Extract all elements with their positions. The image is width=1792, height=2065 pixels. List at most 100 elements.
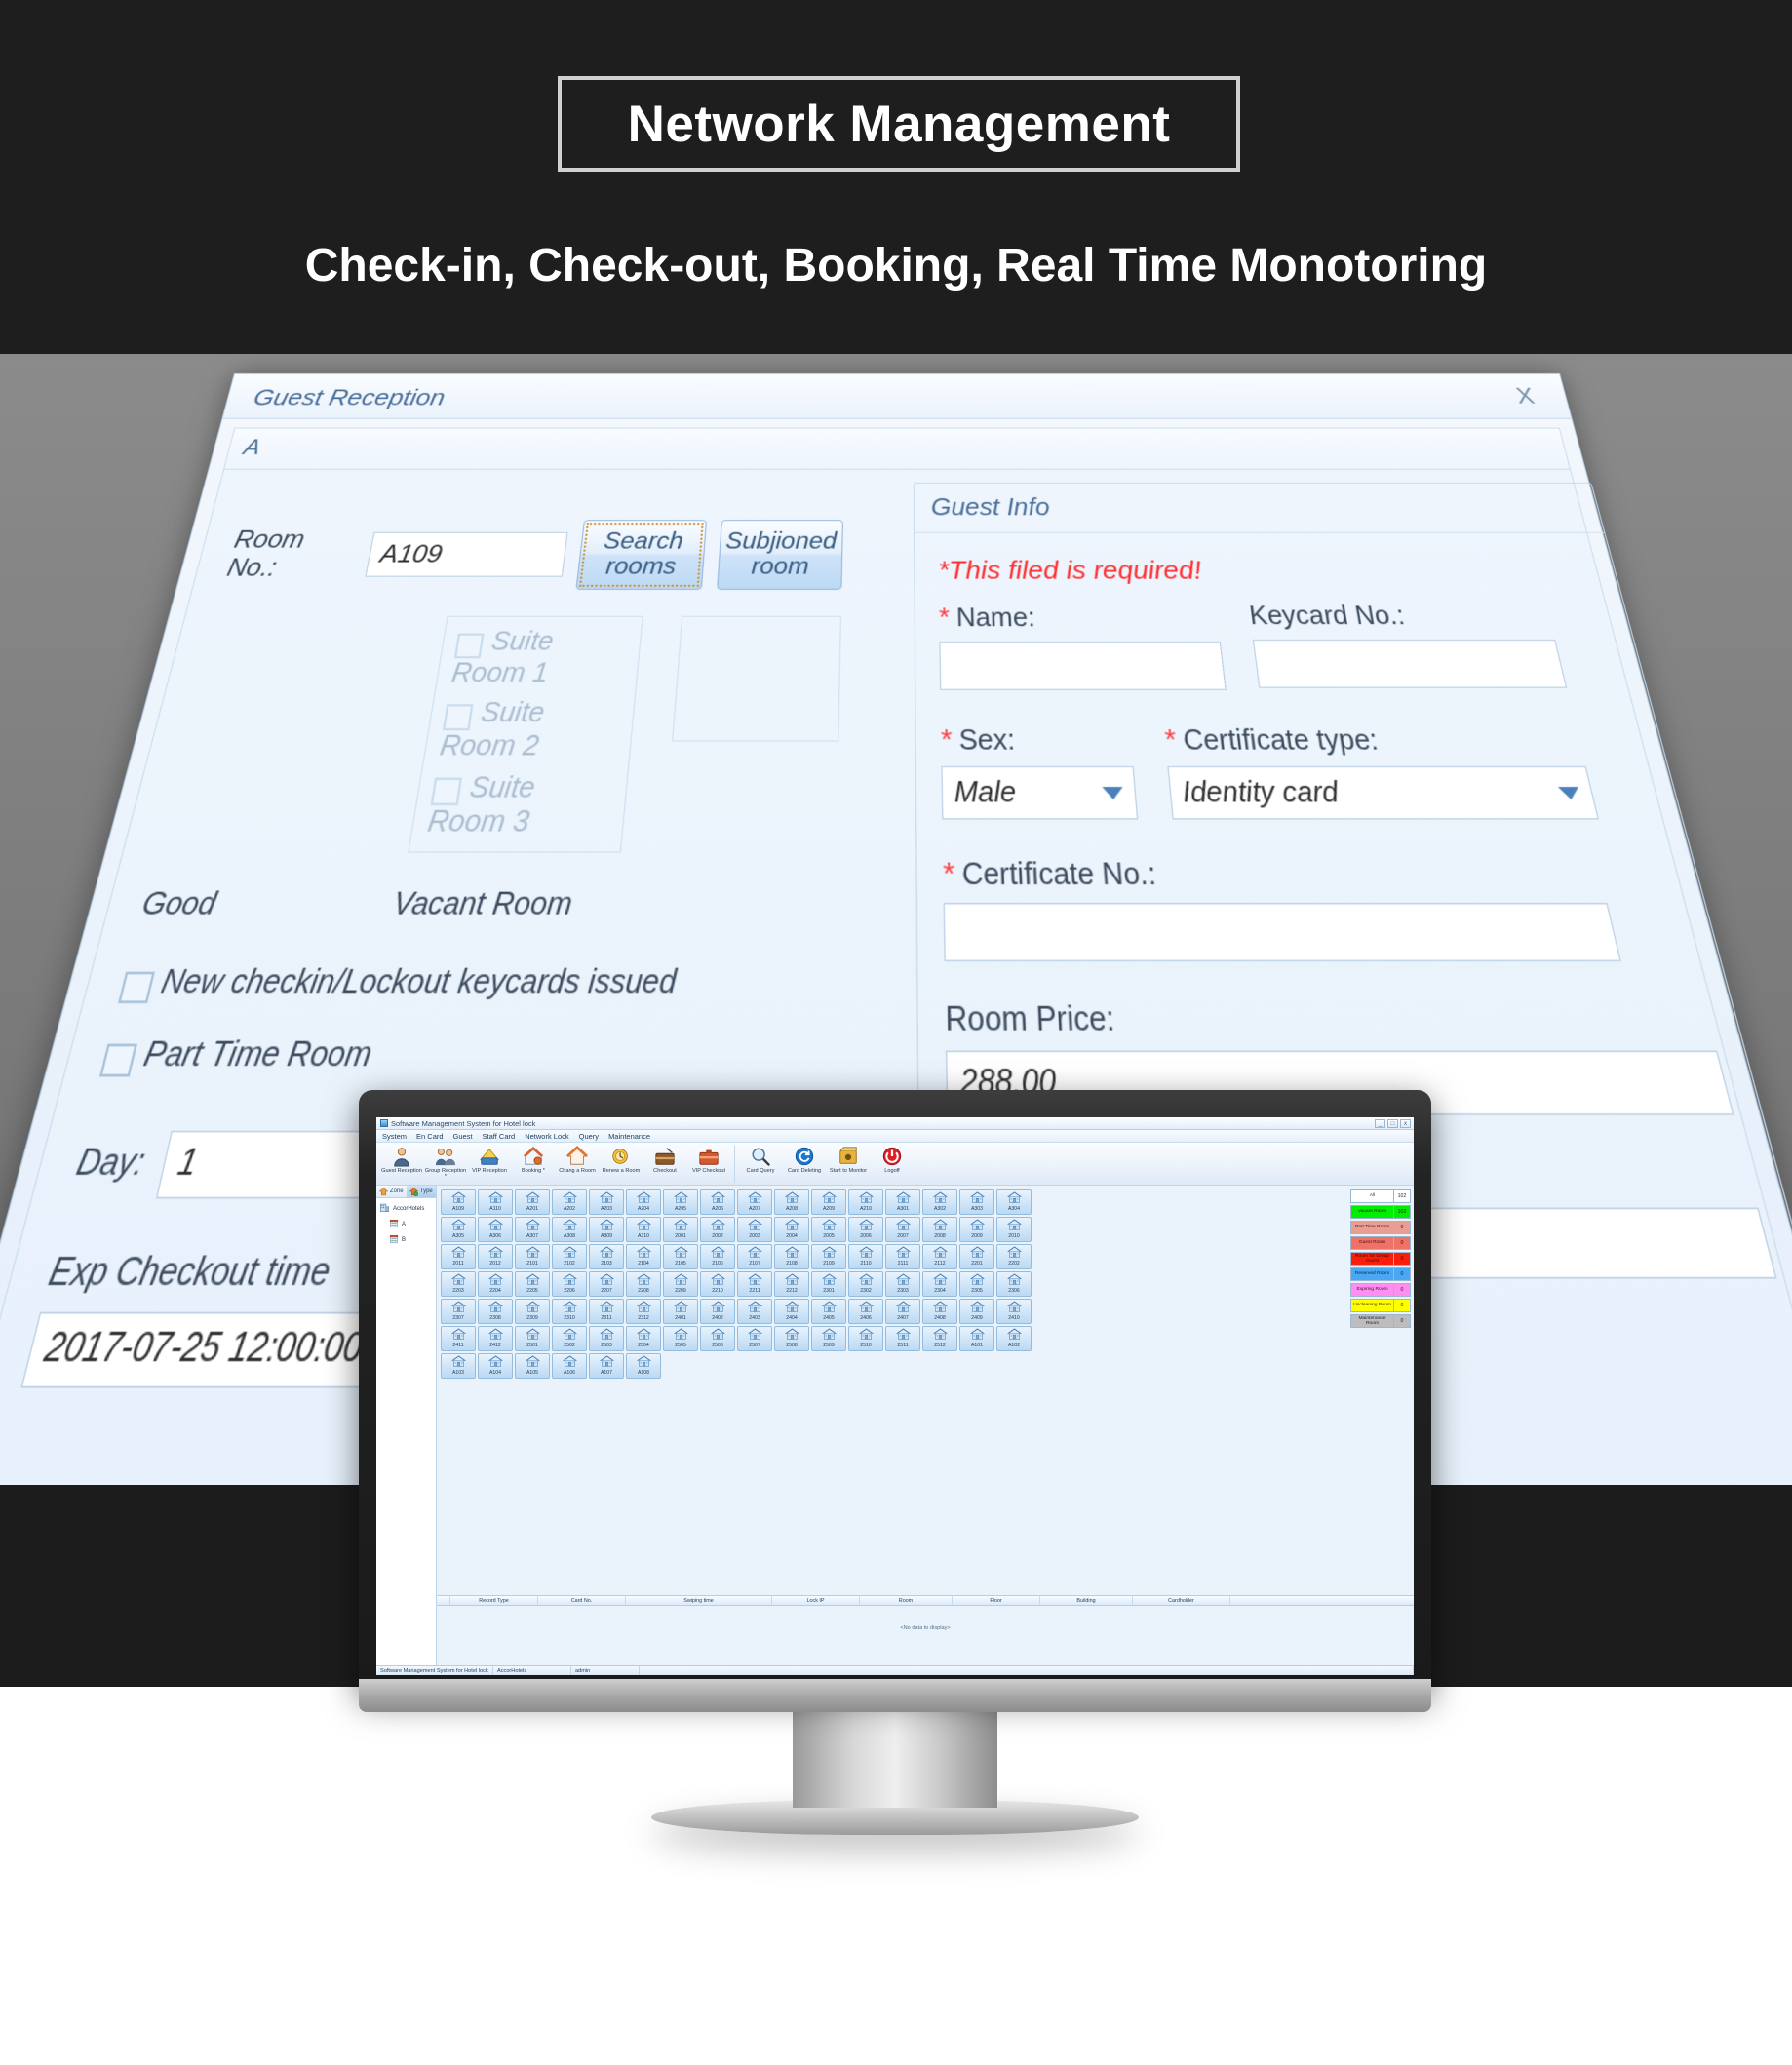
room-tile[interactable]: 2103 bbox=[589, 1244, 624, 1269]
room-tile[interactable]: 2306 bbox=[996, 1271, 1032, 1297]
room-tile[interactable]: 2505 bbox=[663, 1326, 698, 1351]
minimize-button[interactable]: _ bbox=[1375, 1119, 1385, 1128]
room-tile[interactable]: 2005 bbox=[811, 1217, 846, 1242]
suite-room-3-row[interactable]: Suite Room 3 bbox=[425, 771, 614, 839]
sidebar-tab-zone[interactable]: Zone bbox=[376, 1186, 407, 1197]
room-tile[interactable]: 2506 bbox=[700, 1326, 735, 1351]
room-tile[interactable]: A308 bbox=[552, 1217, 587, 1242]
room-tile[interactable]: 2110 bbox=[848, 1244, 883, 1269]
tree-node-b[interactable]: B bbox=[379, 1234, 433, 1246]
menu-system[interactable]: System bbox=[382, 1132, 407, 1141]
records-column-header[interactable]: Building bbox=[1040, 1596, 1133, 1605]
room-tile[interactable]: 2209 bbox=[663, 1271, 698, 1297]
room-tile[interactable]: 2012 bbox=[478, 1244, 513, 1269]
certificate-no-input[interactable] bbox=[943, 903, 1621, 962]
close-button[interactable]: x bbox=[1400, 1119, 1411, 1128]
suite-room-2-row[interactable]: Suite Room 2 bbox=[438, 697, 621, 762]
room-tile[interactable]: 2111 bbox=[885, 1244, 920, 1269]
room-tile[interactable]: A306 bbox=[478, 1217, 513, 1242]
room-tile[interactable]: 2202 bbox=[996, 1244, 1032, 1269]
room-tile[interactable]: 2512 bbox=[922, 1326, 957, 1351]
room-tile[interactable]: A301 bbox=[885, 1189, 920, 1215]
records-column-header[interactable]: Floor bbox=[953, 1596, 1040, 1605]
room-tile[interactable]: A302 bbox=[922, 1189, 957, 1215]
app-menubar[interactable]: System En Card Guest Staff Card Network … bbox=[376, 1130, 1414, 1143]
room-tile[interactable]: A201 bbox=[515, 1189, 550, 1215]
room-tile[interactable]: A109 bbox=[441, 1189, 476, 1215]
room-tile[interactable]: A307 bbox=[515, 1217, 550, 1242]
menu-query[interactable]: Query bbox=[579, 1132, 599, 1141]
room-tile[interactable]: A202 bbox=[552, 1189, 587, 1215]
room-tile[interactable]: A209 bbox=[811, 1189, 846, 1215]
records-column-header[interactable]: Cardholder bbox=[1133, 1596, 1230, 1605]
room-tile[interactable]: 2406 bbox=[848, 1299, 883, 1324]
room-tile[interactable]: 2205 bbox=[515, 1271, 550, 1297]
room-tile[interactable]: 2206 bbox=[552, 1271, 587, 1297]
toolbar-button-change-room[interactable]: Chang a Room bbox=[556, 1146, 599, 1174]
room-tile[interactable]: 2405 bbox=[811, 1299, 846, 1324]
room-tile[interactable]: 2412 bbox=[478, 1326, 513, 1351]
name-input[interactable] bbox=[939, 642, 1227, 690]
room-tile[interactable]: 2401 bbox=[663, 1299, 698, 1324]
toolbar-button-logoff[interactable]: Logoff bbox=[871, 1146, 914, 1174]
maximize-button[interactable]: □ bbox=[1387, 1119, 1398, 1128]
new-checkin-checkbox[interactable] bbox=[117, 971, 155, 1004]
tree-node-accorhotels[interactable]: AccorHotels bbox=[379, 1202, 433, 1215]
room-tile[interactable]: 2502 bbox=[552, 1326, 587, 1351]
room-tile[interactable]: A204 bbox=[626, 1189, 661, 1215]
room-tile[interactable]: 2410 bbox=[996, 1299, 1032, 1324]
tab-a[interactable]: A bbox=[241, 436, 263, 461]
legend-row[interactable]: All 102 bbox=[1350, 1189, 1411, 1203]
legend-row[interactable]: Guest Room 0 bbox=[1350, 1236, 1411, 1250]
certificate-type-select[interactable]: Identity card bbox=[1167, 765, 1599, 820]
room-tile[interactable]: 2003 bbox=[737, 1217, 772, 1242]
keycard-no-input[interactable] bbox=[1252, 639, 1568, 688]
sidebar-tab-type[interactable]: Type bbox=[406, 1186, 436, 1197]
toolbar-button-card-deleting[interactable]: Card Deleting bbox=[783, 1146, 826, 1174]
toolbar-button-group-reception[interactable]: Group Reception * bbox=[424, 1146, 467, 1181]
suite-room-3-checkbox[interactable] bbox=[430, 777, 463, 806]
room-tile[interactable]: 2403 bbox=[737, 1299, 772, 1324]
toolbar-button-guest-reception[interactable]: Guest Reception bbox=[380, 1146, 423, 1174]
room-tile[interactable]: A310 bbox=[626, 1217, 661, 1242]
room-tile[interactable]: A203 bbox=[589, 1189, 624, 1215]
toolbar-button-vip-reception[interactable]: VIP Reception bbox=[468, 1146, 511, 1174]
room-tile[interactable]: 2108 bbox=[774, 1244, 809, 1269]
room-tile[interactable]: 2204 bbox=[478, 1271, 513, 1297]
room-tile[interactable]: 2409 bbox=[959, 1299, 994, 1324]
legend-row[interactable]: Reserved Room 0 bbox=[1350, 1267, 1411, 1281]
room-tile[interactable]: A210 bbox=[848, 1189, 883, 1215]
room-tile[interactable]: 2303 bbox=[885, 1271, 920, 1297]
room-tile[interactable]: A107 bbox=[589, 1353, 624, 1379]
legend-row[interactable]: Maintenance Room 0 bbox=[1350, 1314, 1411, 1328]
tree-node-a[interactable]: A bbox=[379, 1219, 433, 1230]
part-time-room-row[interactable]: Part Time Room bbox=[98, 1035, 833, 1077]
room-tile[interactable]: A208 bbox=[774, 1189, 809, 1215]
room-tile[interactable]: 2411 bbox=[441, 1326, 476, 1351]
toolbar-button-renew-room[interactable]: Renew a Room bbox=[600, 1146, 643, 1174]
room-tile[interactable]: 2210 bbox=[700, 1271, 735, 1297]
toolbar-button-vip-checkout[interactable]: VIP Checkout bbox=[687, 1146, 730, 1174]
room-tile[interactable]: 2304 bbox=[922, 1271, 957, 1297]
room-tile[interactable]: 2106 bbox=[700, 1244, 735, 1269]
room-tile[interactable]: 2309 bbox=[515, 1299, 550, 1324]
room-tile[interactable]: 2310 bbox=[552, 1299, 587, 1324]
room-tile[interactable]: 2404 bbox=[774, 1299, 809, 1324]
toolbar-button-booking[interactable]: Booking * bbox=[512, 1146, 555, 1174]
room-tile[interactable]: A305 bbox=[441, 1217, 476, 1242]
room-no-input[interactable]: A109 bbox=[365, 531, 568, 577]
room-tile[interactable]: 2009 bbox=[959, 1217, 994, 1242]
room-tile[interactable]: 2006 bbox=[848, 1217, 883, 1242]
room-tile[interactable]: 2302 bbox=[848, 1271, 883, 1297]
room-tile[interactable]: A205 bbox=[663, 1189, 698, 1215]
room-tile[interactable]: 2508 bbox=[774, 1326, 809, 1351]
toolbar-button-checkout[interactable]: Checkout bbox=[643, 1146, 686, 1174]
room-tile[interactable]: 2402 bbox=[700, 1299, 735, 1324]
room-tile[interactable]: 2109 bbox=[811, 1244, 846, 1269]
room-tile[interactable]: 2212 bbox=[774, 1271, 809, 1297]
room-tile[interactable]: A106 bbox=[552, 1353, 587, 1379]
records-column-header[interactable]: Record Type bbox=[450, 1596, 538, 1605]
room-tile[interactable]: 2408 bbox=[922, 1299, 957, 1324]
menu-staff-card[interactable]: Staff Card bbox=[483, 1132, 516, 1141]
legend-row[interactable]: Vacant Room 102 bbox=[1350, 1205, 1411, 1219]
